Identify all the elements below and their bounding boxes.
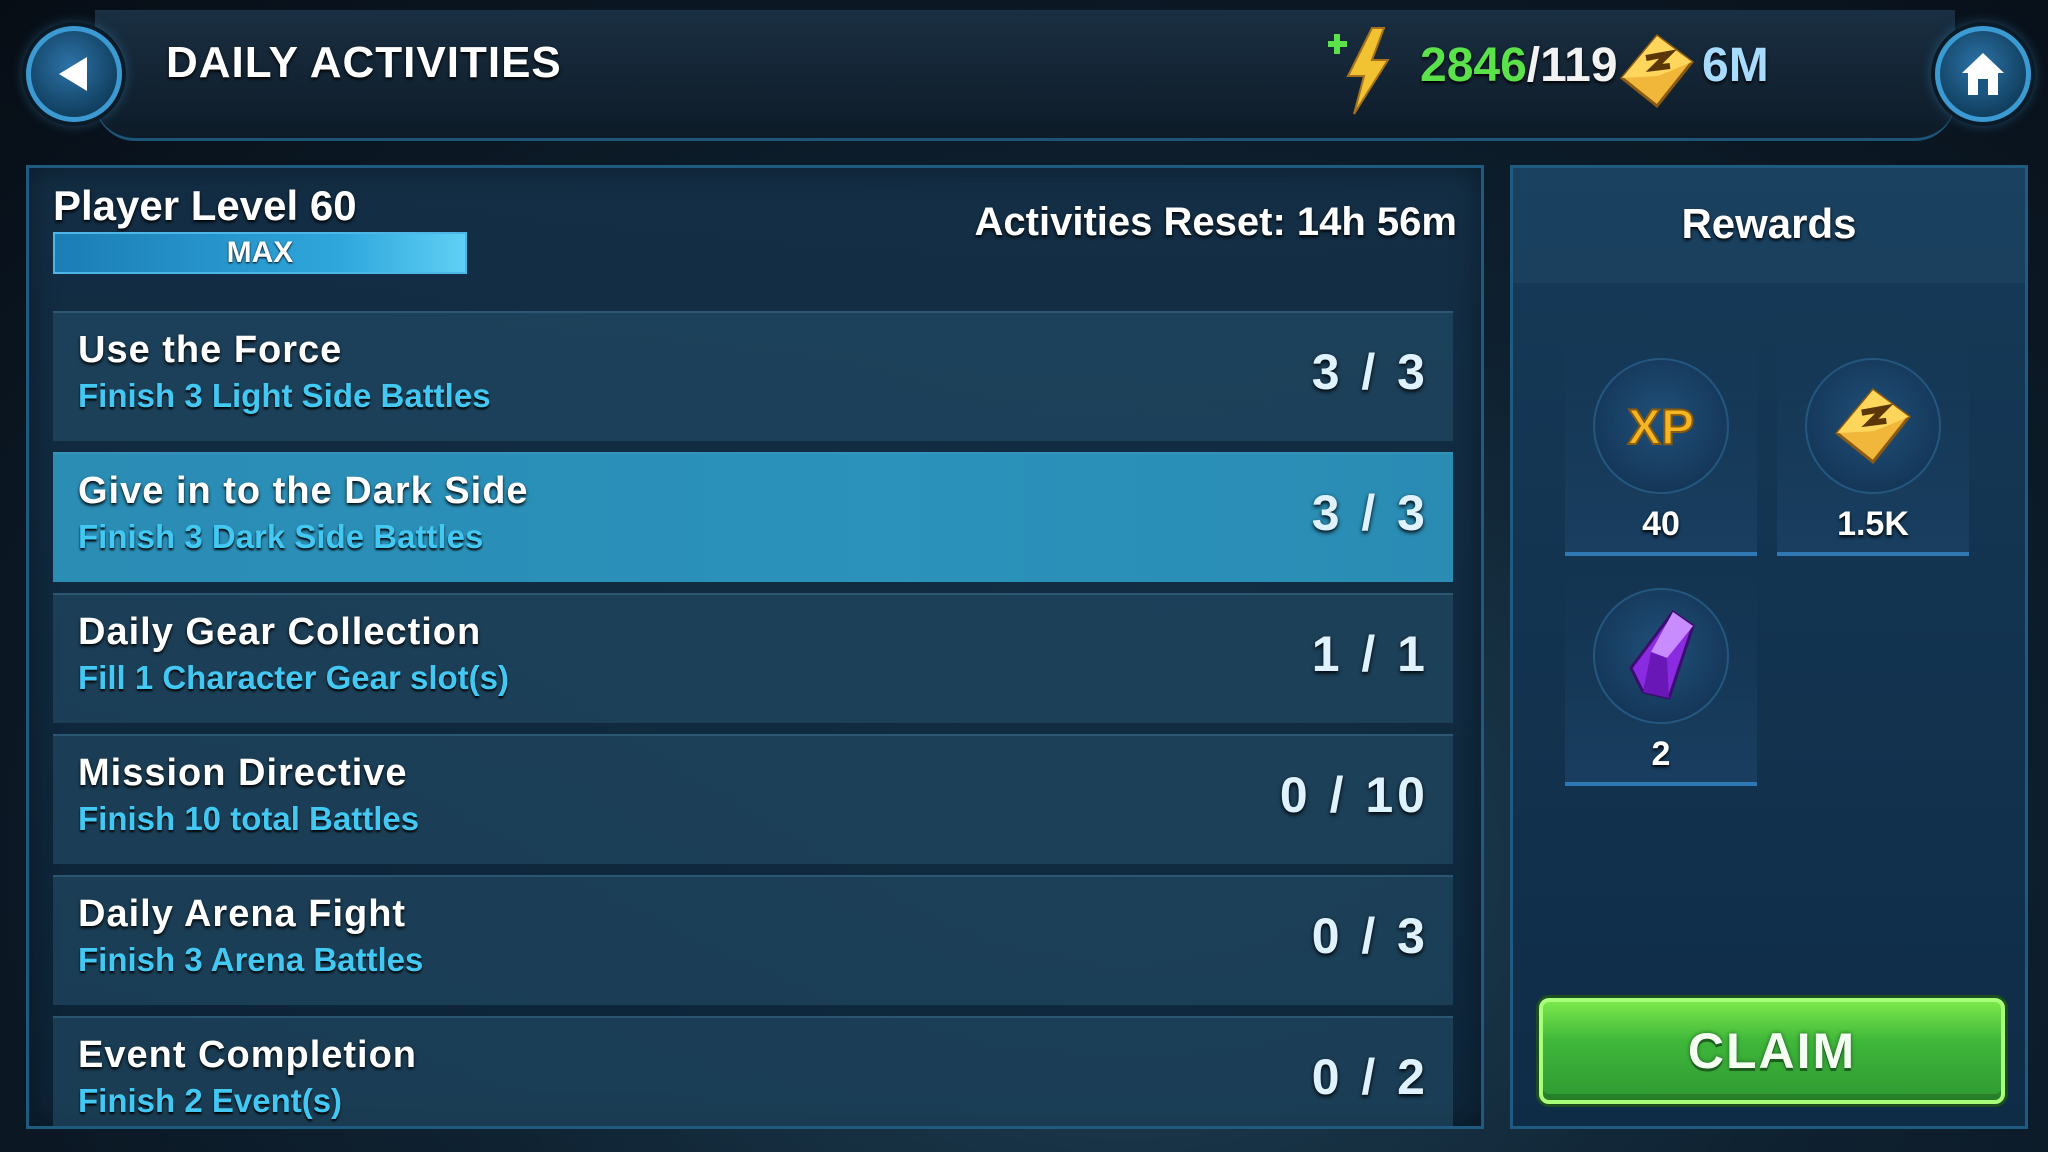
activity-row[interactable]: Mission Directive Finish 10 total Battle… bbox=[53, 734, 1453, 864]
back-button[interactable] bbox=[26, 26, 122, 122]
activity-description: Finish 2 Event(s) bbox=[78, 1082, 343, 1119]
activity-progress: 0 / 3 bbox=[1311, 908, 1429, 964]
reward-quantity: 2 bbox=[1651, 735, 1671, 773]
claim-label: CLAIM bbox=[1687, 1023, 1857, 1079]
activity-progress: 1 / 1 bbox=[1311, 626, 1429, 682]
reward-crystal[interactable]: 2 bbox=[1565, 570, 1757, 786]
activity-row[interactable]: Daily Gear Collection Fill 1 Character G… bbox=[53, 593, 1453, 723]
reward-quantity: 1.5K bbox=[1837, 505, 1909, 543]
activity-progress: 0 / 2 bbox=[1311, 1049, 1429, 1105]
activity-title: Event Completion bbox=[78, 1034, 418, 1076]
reward-quantity: 40 bbox=[1642, 505, 1680, 543]
activities-reset-timer: Activities Reset: 14h 56m bbox=[974, 200, 1457, 244]
crystal-icon bbox=[1629, 609, 1695, 700]
credits-counter[interactable]: 6M bbox=[1702, 38, 1769, 93]
rewards-title: Rewards bbox=[1681, 200, 1857, 247]
energy-icon bbox=[1328, 27, 1390, 115]
home-button[interactable] bbox=[1935, 26, 2031, 122]
rewards-panel: Rewards XP 40 1.5K 2 CLAIM bbox=[1510, 165, 2028, 1129]
activity-row[interactable]: Event Completion Finish 2 Event(s) 0 / 2 bbox=[53, 1016, 1453, 1126]
activity-title: Daily Gear Collection bbox=[78, 611, 482, 653]
activity-description: Finish 3 Light Side Battles bbox=[78, 377, 491, 414]
activity-title: Use the Force bbox=[78, 329, 343, 371]
page-title: DAILY ACTIVITIES bbox=[166, 38, 562, 87]
activity-progress: 3 / 3 bbox=[1311, 344, 1429, 400]
activity-row[interactable]: Use the Force Finish 3 Light Side Battle… bbox=[53, 311, 1453, 441]
activity-row[interactable]: Daily Arena Fight Finish 3 Arena Battles… bbox=[53, 875, 1453, 1005]
activity-progress: 0 / 10 bbox=[1279, 767, 1429, 823]
credits-icon bbox=[1834, 387, 1912, 465]
activity-description: Fill 1 Character Gear slot(s) bbox=[78, 659, 509, 696]
energy-counter[interactable]: 2846/119 bbox=[1420, 38, 1618, 93]
activity-row[interactable]: Give in to the Dark Side Finish 3 Dark S… bbox=[53, 452, 1453, 582]
svg-text:XP: XP bbox=[1628, 399, 1695, 455]
activity-title: Daily Arena Fight bbox=[78, 893, 407, 935]
level-progress-bar: MAX bbox=[53, 232, 467, 274]
activity-title: Give in to the Dark Side bbox=[78, 470, 529, 512]
claim-button[interactable]: CLAIM bbox=[1539, 998, 2005, 1104]
home-icon bbox=[1962, 53, 2004, 95]
rewards-header: Rewards bbox=[1513, 168, 2025, 283]
activity-progress: 3 / 3 bbox=[1311, 485, 1429, 541]
player-level: Player Level 60 bbox=[53, 182, 357, 229]
activity-title: Mission Directive bbox=[78, 752, 408, 794]
back-arrow-icon bbox=[59, 57, 87, 91]
reward-xp[interactable]: XP 40 bbox=[1565, 340, 1757, 556]
reward-credits[interactable]: 1.5K bbox=[1777, 340, 1969, 556]
activity-description: Finish 3 Arena Battles bbox=[78, 941, 424, 978]
activity-description: Finish 10 total Battles bbox=[78, 800, 420, 837]
credits-icon bbox=[1619, 33, 1695, 109]
activities-panel: Player Level 60 MAX Activities Reset: 14… bbox=[26, 165, 1484, 1129]
activity-description: Finish 3 Dark Side Battles bbox=[78, 518, 484, 555]
xp-icon: XP bbox=[1627, 398, 1696, 456]
level-progress-label: MAX bbox=[226, 236, 294, 269]
